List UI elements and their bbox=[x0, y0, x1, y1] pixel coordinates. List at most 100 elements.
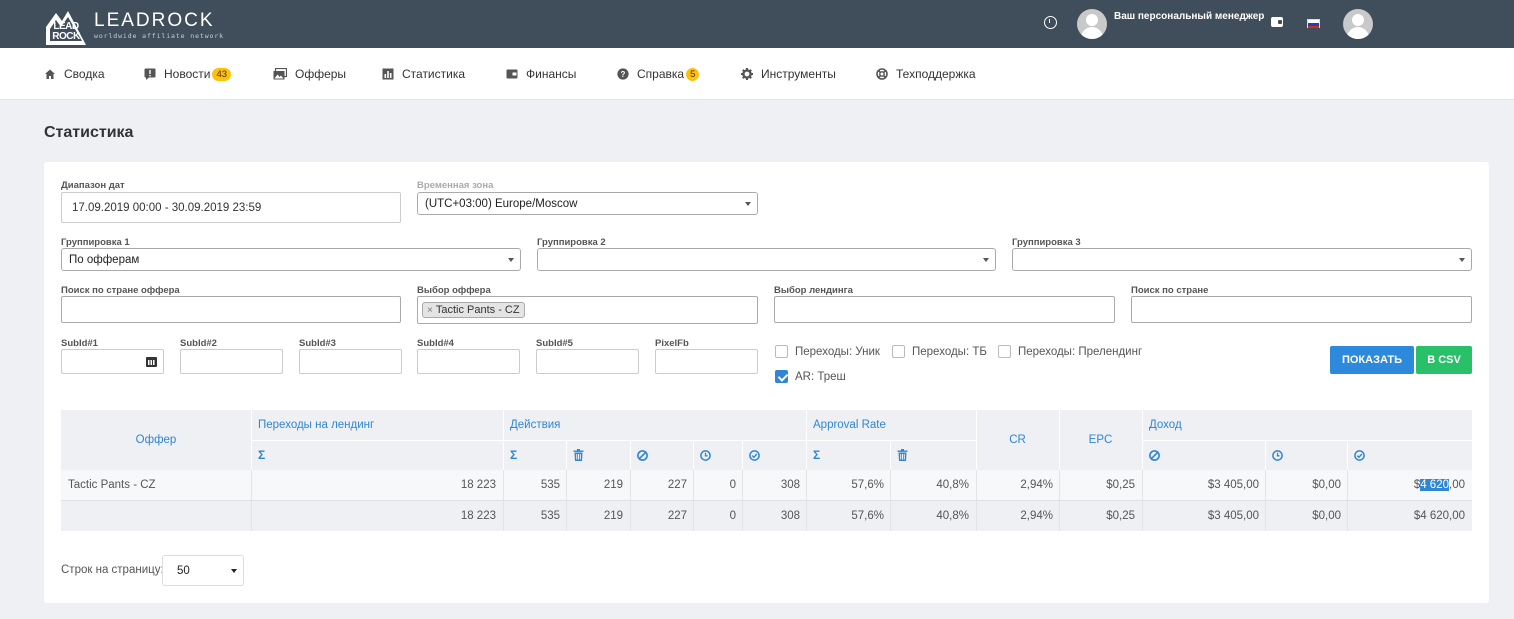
group1-select[interactable]: По офферам bbox=[61, 248, 521, 271]
logo-badge: LEAD ROCK bbox=[44, 7, 88, 47]
nav-item-statistics[interactable]: Статистика bbox=[382, 67, 465, 81]
col-epc[interactable]: EPC bbox=[1059, 410, 1142, 470]
pixelfb-label: PixelFb bbox=[655, 338, 689, 349]
country-search-input[interactable] bbox=[1131, 296, 1472, 323]
lifebuoy-icon bbox=[876, 68, 888, 80]
nav-item-summary[interactable]: Сводка bbox=[44, 67, 105, 81]
brand-tagline: worldwide affiliate network bbox=[94, 32, 224, 40]
offer-tag[interactable]: × Tactic Pants - CZ bbox=[422, 302, 525, 318]
total-actions-hold: 0 bbox=[729, 510, 736, 522]
subid4-label: SubId#4 bbox=[417, 338, 454, 349]
nav-label: Техподдержка bbox=[896, 67, 976, 81]
subid5-label: SubId#5 bbox=[536, 338, 573, 349]
checkbox-ar-trash[interactable]: AR: Треш bbox=[775, 370, 846, 383]
col-approval-rate[interactable]: Approval Rate bbox=[813, 410, 886, 440]
subid2-input[interactable] bbox=[180, 349, 283, 374]
cell-offer: Tactic Pants - CZ bbox=[68, 479, 156, 491]
timezone-value: (UTC+03:00) Europe/Moscow bbox=[425, 197, 578, 210]
approved-icon[interactable] bbox=[1354, 440, 1365, 470]
offer-country-input[interactable] bbox=[61, 296, 401, 323]
checkbox-box[interactable] bbox=[775, 345, 788, 358]
trash-icon[interactable] bbox=[897, 440, 908, 470]
news-badge: 43 bbox=[212, 67, 232, 81]
manager-avatar[interactable] bbox=[1077, 9, 1107, 39]
gear-icon bbox=[741, 68, 753, 80]
total-epc: $0,25 bbox=[1106, 510, 1135, 522]
landing-select[interactable] bbox=[774, 296, 1115, 323]
group1-value: По офферам bbox=[69, 253, 140, 266]
subid4-input[interactable] bbox=[417, 349, 520, 374]
subid3-input[interactable] bbox=[299, 349, 402, 374]
approved-icon[interactable] bbox=[749, 440, 760, 470]
group2-select[interactable] bbox=[537, 248, 996, 271]
table-row[interactable]: Tactic Pants - CZ 18 223 535 219 227 0 3… bbox=[61, 470, 1472, 500]
col-income[interactable]: Доход bbox=[1149, 410, 1182, 440]
rejected-icon[interactable] bbox=[637, 440, 648, 470]
country-search-label: Поиск по стране bbox=[1131, 285, 1209, 296]
nav-label: Справка bbox=[637, 67, 685, 81]
subid3-label: SubId#3 bbox=[299, 338, 336, 349]
logo-badge-text: LEAD ROCK bbox=[52, 21, 80, 42]
sum-icon[interactable]: Σ bbox=[813, 440, 820, 470]
group3-label: Группировка 3 bbox=[1012, 237, 1081, 248]
offer-tag-label: Tactic Pants - CZ bbox=[435, 304, 520, 316]
tag-remove-icon[interactable]: × bbox=[427, 305, 433, 316]
checkbox-box[interactable] bbox=[892, 345, 905, 358]
checkbox-box-checked[interactable] bbox=[775, 370, 788, 383]
chevron-down-icon bbox=[983, 257, 989, 262]
calendar-icon[interactable] bbox=[146, 357, 157, 367]
col-offer[interactable]: Оффер bbox=[61, 410, 251, 470]
offer-select[interactable]: × Tactic Pants - CZ bbox=[417, 296, 758, 324]
wallet-icon[interactable] bbox=[1271, 17, 1283, 27]
nav-item-help[interactable]: ? Справка 5 bbox=[617, 67, 700, 81]
cell-actions-hold: 0 bbox=[729, 479, 736, 491]
nav-item-finance[interactable]: Финансы bbox=[506, 67, 576, 81]
col-landing-clicks[interactable]: Переходы на лендинг bbox=[258, 410, 374, 440]
date-range-input[interactable]: 17.09.2019 00:00 - 30.09.2019 23:59 bbox=[61, 192, 401, 223]
nav-item-tools[interactable]: Инструменты bbox=[741, 67, 836, 81]
group3-select[interactable] bbox=[1012, 248, 1472, 271]
user-avatar[interactable] bbox=[1343, 9, 1373, 39]
csv-export-button[interactable]: В CSV bbox=[1416, 346, 1472, 374]
help-icon: ? bbox=[617, 68, 629, 80]
brand-logo[interactable]: LEAD ROCK LEADROCK worldwide affiliate ne… bbox=[44, 7, 224, 47]
col-cr[interactable]: CR bbox=[976, 410, 1059, 470]
pixelfb-input[interactable] bbox=[655, 349, 758, 374]
rows-per-page-select[interactable]: 50 bbox=[162, 555, 244, 586]
show-button[interactable]: ПОКАЗАТЬ bbox=[1330, 346, 1414, 374]
nav-item-support[interactable]: Техподдержка bbox=[876, 67, 976, 81]
checkbox-label: Переходы: Прелендинг bbox=[1018, 345, 1143, 358]
checkbox-tb-clicks[interactable]: Переходы: ТБ bbox=[892, 345, 987, 358]
col-actions[interactable]: Действия bbox=[510, 410, 560, 440]
nav-item-offers[interactable]: Офферы bbox=[273, 67, 346, 81]
nav-item-news[interactable]: Новости 43 bbox=[144, 67, 232, 81]
sum-icon[interactable]: Σ bbox=[510, 440, 517, 470]
rejected-icon[interactable] bbox=[1149, 440, 1160, 470]
brand-name: LEADROCK bbox=[94, 10, 215, 31]
clock-icon[interactable] bbox=[1272, 440, 1283, 470]
landing-select-label: Выбор лендинга bbox=[774, 285, 853, 296]
cell-actions-rejected: 227 bbox=[667, 479, 687, 491]
nav-label: Статистика bbox=[402, 67, 466, 81]
sum-icon[interactable]: Σ bbox=[258, 440, 265, 470]
manager-label[interactable]: Ваш персональный менеджер bbox=[1114, 11, 1264, 22]
subid5-input[interactable] bbox=[536, 349, 639, 374]
total-clicks: 18 223 bbox=[460, 510, 496, 522]
checkbox-unique-clicks[interactable]: Переходы: Уник bbox=[775, 345, 880, 358]
group2-label: Группировка 2 bbox=[537, 237, 606, 248]
timezone-select[interactable]: (UTC+03:00) Europe/Moscow bbox=[417, 192, 758, 215]
trash-icon[interactable] bbox=[573, 440, 584, 470]
nav-label: Офферы bbox=[295, 67, 347, 81]
checkbox-prelanding-clicks[interactable]: Переходы: Прелендинг bbox=[998, 345, 1142, 358]
total-income-hold: $0,00 bbox=[1312, 510, 1341, 522]
nav-label: Новости bbox=[164, 67, 211, 81]
language-flag-icon[interactable] bbox=[1307, 19, 1320, 28]
total-actions-sum: 535 bbox=[540, 510, 560, 522]
offer-select-label: Выбор оффера bbox=[417, 285, 491, 296]
subid1-input[interactable] bbox=[61, 349, 164, 374]
checkbox-box[interactable] bbox=[998, 345, 1011, 358]
offer-country-label: Поиск по стране оффера bbox=[61, 285, 180, 296]
clock-icon[interactable] bbox=[700, 440, 711, 470]
total-cr: 2,94% bbox=[1020, 510, 1053, 522]
clock-icon[interactable] bbox=[1044, 16, 1057, 29]
